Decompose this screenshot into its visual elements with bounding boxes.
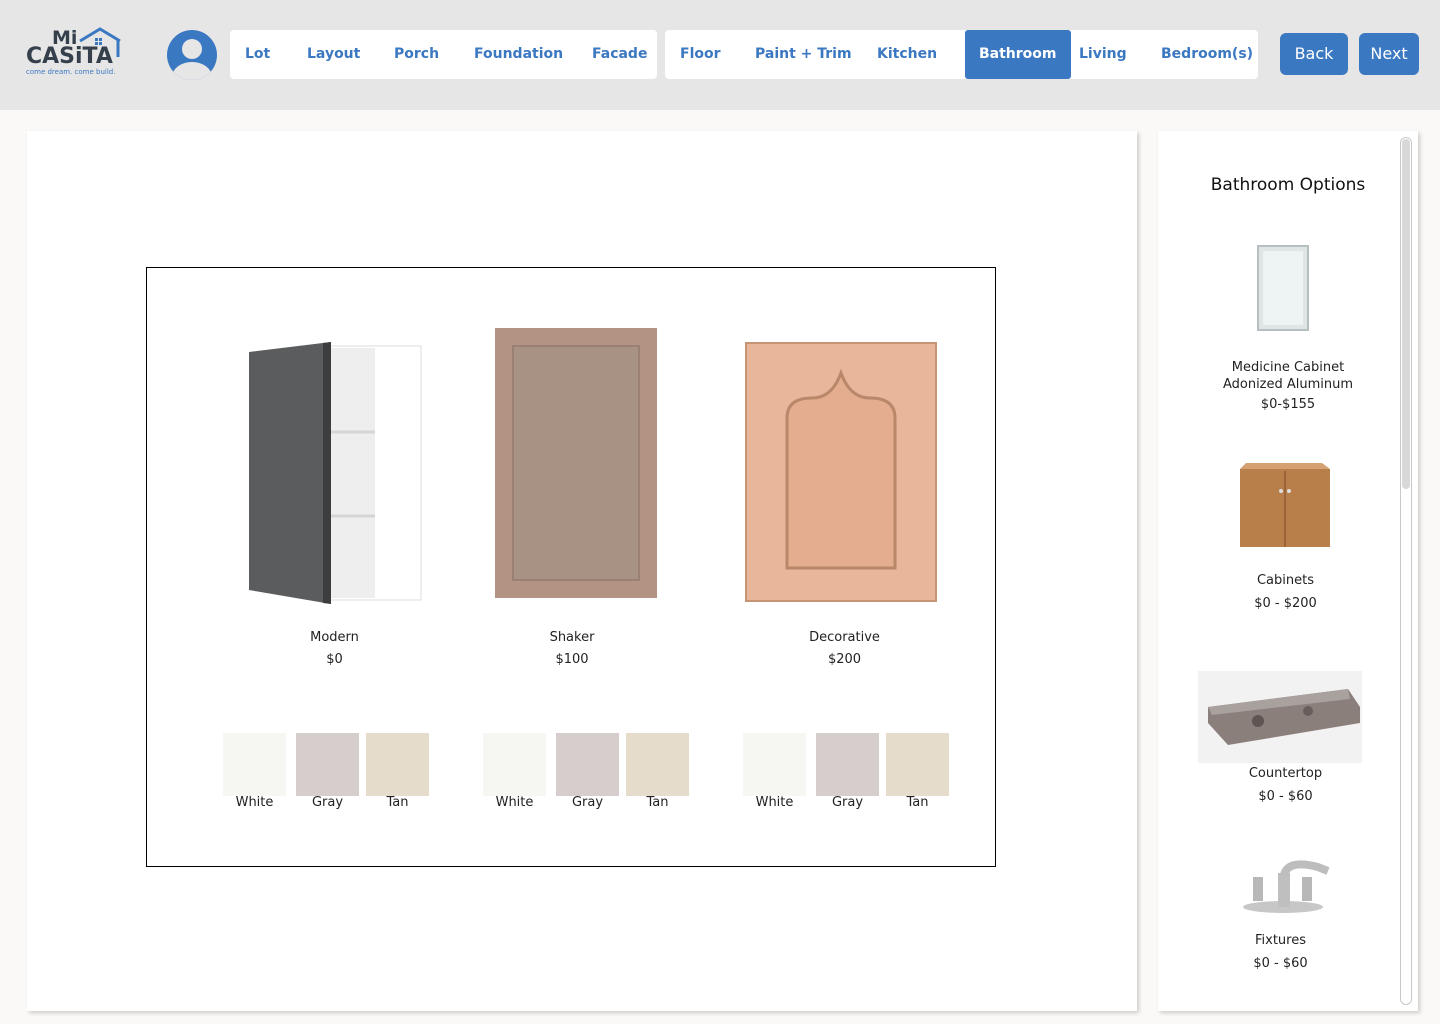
nav-group-interior: Floor Paint + Trim Kitchen Bathroom Livi… xyxy=(665,30,1258,79)
tab-living[interactable]: Living xyxy=(1079,30,1127,79)
sidebar-item-price: $0-$155 xyxy=(1260,397,1316,412)
top-header: Mi CASiTA come dream. come build. Lot La… xyxy=(0,0,1440,110)
sidebar-item-cabinets[interactable]: Cabinets $0 - $200 xyxy=(1198,461,1373,621)
mi-casita-logo[interactable]: Mi CASiTA come dream. come build. xyxy=(24,27,124,79)
sidebar-item-fixtures[interactable]: Fixtures $0 - $60 xyxy=(1198,849,1363,989)
option-price: $200 xyxy=(827,652,862,667)
tab-lot[interactable]: Lot xyxy=(245,30,270,79)
faucet-image xyxy=(1243,860,1330,913)
swatch-white-shaker[interactable] xyxy=(483,733,546,796)
sidebar-item-label: Countertop xyxy=(1248,766,1323,781)
user-avatar[interactable] xyxy=(167,30,217,80)
option-modern[interactable]: Modern $0 xyxy=(227,328,442,678)
swatch-label: Tan xyxy=(906,795,929,810)
sidebar-item-label: Fixtures xyxy=(1254,933,1306,948)
swatch-tan-shaker[interactable] xyxy=(626,733,689,796)
option-price: $100 xyxy=(555,652,589,667)
swatch-label: Gray xyxy=(831,795,864,810)
shaker-door-image xyxy=(495,328,657,598)
modern-cabinet-image xyxy=(249,342,422,604)
sidebar-item-price: $0 - $200 xyxy=(1254,596,1317,611)
swatch-label: Tan xyxy=(646,795,669,810)
cabinet-image xyxy=(1240,463,1330,547)
tab-foundation[interactable]: Foundation xyxy=(474,30,563,79)
tab-floor[interactable]: Floor xyxy=(680,30,721,79)
back-button[interactable]: Back xyxy=(1280,33,1348,75)
sidebar-scroll-thumb[interactable] xyxy=(1402,139,1410,489)
swatch-label: White xyxy=(755,795,794,810)
tab-bathroom[interactable]: Bathroom xyxy=(965,30,1071,79)
sidebar-item-medicine-cabinet[interactable]: Medicine Cabinet Adonized Aluminum $0-$1… xyxy=(1198,241,1378,416)
sidebar-title: Bathroom Options xyxy=(1210,175,1366,195)
tab-kitchen[interactable]: Kitchen xyxy=(877,30,937,79)
swatch-label: White xyxy=(235,795,274,810)
sidebar-item-price: $0 - $60 xyxy=(1253,956,1308,971)
next-button[interactable]: Next xyxy=(1359,33,1419,75)
decorative-door-image xyxy=(745,342,937,602)
swatch-tan-decorative[interactable] xyxy=(886,733,949,796)
option-name: Shaker xyxy=(549,630,595,645)
option-price: $0 xyxy=(326,652,343,667)
swatch-label: Gray xyxy=(571,795,604,810)
swatch-gray-shaker[interactable] xyxy=(556,733,619,796)
swatch-label: Tan xyxy=(386,795,409,810)
sidebar-item-sublabel: Adonized Aluminum xyxy=(1222,377,1354,392)
swatch-gray-modern[interactable] xyxy=(296,733,359,796)
option-decorative[interactable]: Decorative $200 xyxy=(732,328,957,678)
avatar-head-icon xyxy=(182,39,202,59)
sidebar-item-label: Medicine Cabinet xyxy=(1231,360,1345,375)
tab-paint-trim[interactable]: Paint + Trim xyxy=(755,30,852,79)
swatch-white-modern[interactable] xyxy=(223,733,286,796)
cabinet-style-card: Modern $0 Shaker $100 Decorative $200 Wh… xyxy=(146,267,996,867)
option-name: Modern xyxy=(310,630,359,645)
swatch-label: Gray xyxy=(311,795,344,810)
countertop-image xyxy=(1198,671,1362,763)
tab-bedrooms[interactable]: Bedroom(s) xyxy=(1161,30,1253,79)
logo-line2: CASiTA xyxy=(26,44,113,69)
medicine-cabinet-image xyxy=(1257,245,1309,331)
sidebar-item-countertop[interactable]: Countertop $0 - $60 xyxy=(1198,671,1373,821)
avatar-body-icon xyxy=(172,62,212,80)
sidebar-item-price: $0 - $60 xyxy=(1258,789,1313,804)
option-shaker[interactable]: Shaker $100 xyxy=(477,328,667,678)
nav-group-exterior: Lot Layout Porch Foundation Facade xyxy=(230,30,657,79)
logo-tagline: come dream. come build. xyxy=(26,68,116,76)
tab-facade[interactable]: Facade xyxy=(592,30,647,79)
sidebar-item-label: Cabinets xyxy=(1256,573,1314,588)
bathroom-options-sidebar: Bathroom Options Medicine Cabinet Adoniz… xyxy=(1158,131,1418,1011)
option-name: Decorative xyxy=(809,630,880,645)
main-panel: Modern $0 Shaker $100 Decorative $200 Wh… xyxy=(27,131,1137,1011)
tab-layout[interactable]: Layout xyxy=(307,30,360,79)
tab-porch[interactable]: Porch xyxy=(394,30,439,79)
swatch-white-decorative[interactable] xyxy=(743,733,806,796)
swatch-label: White xyxy=(495,795,534,810)
swatch-tan-modern[interactable] xyxy=(366,733,429,796)
swatch-gray-decorative[interactable] xyxy=(816,733,879,796)
